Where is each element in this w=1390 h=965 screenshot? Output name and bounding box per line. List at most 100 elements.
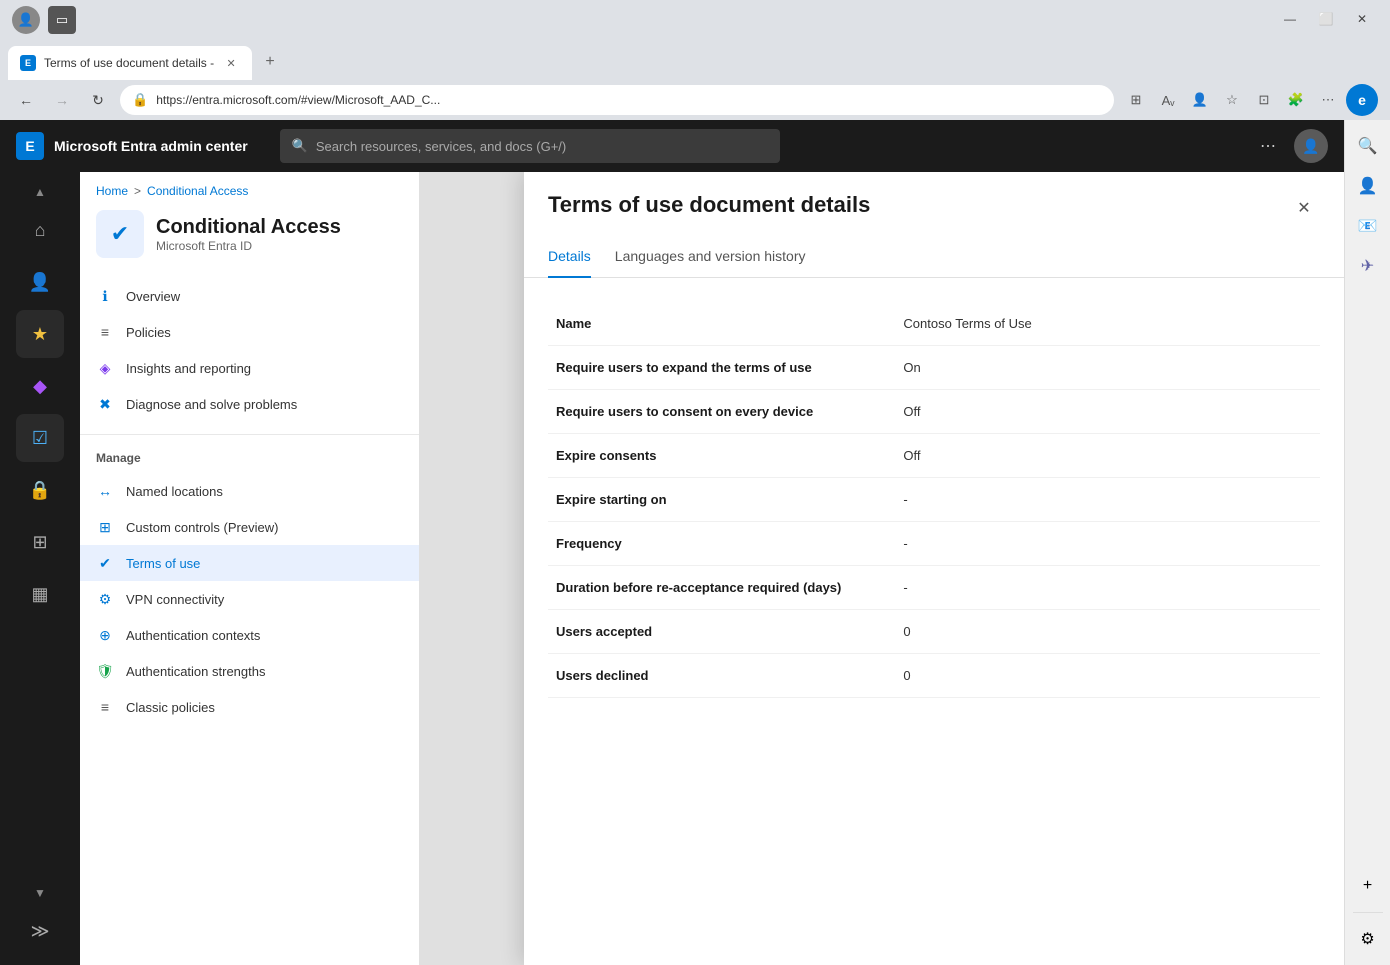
nav-header-icon: ✔	[96, 210, 144, 258]
row-value-users-accepted: 0	[895, 610, 1320, 654]
table-row: Require users to consent on every device…	[548, 390, 1320, 434]
tab-close-button[interactable]: ✕	[222, 54, 240, 72]
overview-icon: ℹ	[96, 288, 114, 305]
sidebar-item-vpn[interactable]: ⚙ VPN connectivity	[80, 581, 419, 617]
icon-sidebar: ▲ ⌂ 👤 ★ ◆ ☑ 🔒 ⊞ ▦ ▼ ≫	[0, 172, 80, 965]
classic-policies-icon: ≡	[96, 699, 114, 715]
extensions-button[interactable]: 🧩	[1282, 86, 1310, 114]
breadcrumb-home[interactable]: Home	[96, 184, 128, 198]
breadcrumb: Home > Conditional Access	[80, 172, 419, 202]
reload-button[interactable]: ↻	[84, 86, 112, 114]
minimize-button[interactable]: —	[1274, 8, 1306, 30]
table-row: Name Contoso Terms of Use	[548, 302, 1320, 346]
sidebar-profile-icon[interactable]: 👤	[1350, 168, 1386, 204]
browser-sidebar-toggle[interactable]: ▭	[48, 6, 76, 34]
sidebar-item-more[interactable]: ≫	[16, 907, 64, 955]
address-bar[interactable]: 🔒 https://entra.microsoft.com/#view/Micr…	[120, 85, 1114, 115]
row-label-users-accepted: Users accepted	[548, 610, 895, 654]
sidebar-item-insights[interactable]: ◈ Insights and reporting	[80, 350, 419, 386]
grid-button[interactable]: ⊞	[1122, 86, 1150, 114]
sidebar-settings-icon[interactable]: ⚙	[1350, 921, 1386, 957]
sidebar-search-icon[interactable]: 🔍	[1350, 128, 1386, 164]
table-row: Require users to expand the terms of use…	[548, 346, 1320, 390]
flyout-close-button[interactable]: ✕	[1288, 192, 1320, 224]
table-row: Frequency -	[548, 522, 1320, 566]
sidebar-item-diagnose[interactable]: ✖ Diagnose and solve problems	[80, 386, 419, 422]
sidebar-item-identity[interactable]: 👤	[16, 258, 64, 306]
sidebar-item-monitoring[interactable]: ▦	[16, 570, 64, 618]
sidebar-item-home[interactable]: ⌂	[16, 206, 64, 254]
forward-button[interactable]: →	[48, 86, 76, 114]
table-row: Expire starting on -	[548, 478, 1320, 522]
row-label-frequency: Frequency	[548, 522, 895, 566]
terms-icon: ✔	[96, 555, 114, 572]
tab-title: Terms of use document details -	[44, 56, 214, 70]
more-button[interactable]: ⋯	[1314, 86, 1342, 114]
breadcrumb-current[interactable]: Conditional Access	[147, 184, 248, 198]
maximize-button[interactable]: ⬜	[1310, 8, 1342, 30]
auth-contexts-icon: ⊕	[96, 627, 114, 644]
flyout-tabs: Details Languages and version history	[524, 224, 1344, 278]
row-label-expire-consents: Expire consents	[548, 434, 895, 478]
topbar-avatar[interactable]: 👤	[1294, 129, 1328, 163]
topbar-more-button[interactable]: ⋯	[1250, 128, 1286, 164]
custom-controls-icon: ⊞	[96, 519, 114, 536]
sidebar-item-overview[interactable]: ℹ Overview	[80, 278, 419, 314]
close-button[interactable]: ✕	[1346, 8, 1378, 30]
row-value-name: Contoso Terms of Use	[895, 302, 1320, 346]
sidebar-item-named-locations[interactable]: ↔ Named locations	[80, 473, 419, 509]
table-row: Expire consents Off	[548, 434, 1320, 478]
browser-profile-icon[interactable]: 👤	[12, 6, 40, 34]
tab-details[interactable]: Details	[548, 240, 591, 278]
named-locations-icon: ↔	[96, 483, 114, 499]
sidebar-item-policies[interactable]: ≡ Policies	[80, 314, 419, 350]
row-value-expand: On	[895, 346, 1320, 390]
sidebar-item-terms-of-use[interactable]: ✔ Terms of use	[80, 545, 419, 581]
sidebar-outlook-icon[interactable]: 📧	[1350, 208, 1386, 244]
sidebar-item-conditional-access[interactable]: ☑	[16, 414, 64, 462]
sidebar-scroll-up[interactable]: ▲	[20, 180, 60, 204]
browser-sidebar: 🔍 👤 📧 ✈ + ⚙	[1344, 120, 1390, 965]
sidebar-item-auth-contexts[interactable]: ⊕ Authentication contexts	[80, 617, 419, 653]
nav-panel: Home > Conditional Access ✔ Conditional …	[80, 172, 420, 965]
row-value-consent-device: Off	[895, 390, 1320, 434]
active-tab[interactable]: E Terms of use document details - ✕	[8, 46, 252, 80]
tab-favicon: E	[20, 55, 36, 71]
person-button[interactable]: 👤	[1186, 86, 1214, 114]
sidebar-item-security[interactable]: 🔒	[16, 466, 64, 514]
app-logo: E Microsoft Entra admin center	[16, 132, 248, 160]
favorites-button[interactable]: ☆	[1218, 86, 1246, 114]
sidebar-item-auth-strengths[interactable]: 🛡 Authentication strengths	[80, 653, 419, 689]
diagnose-icon: ✖	[96, 396, 114, 413]
sidebar-add-icon[interactable]: +	[1350, 868, 1386, 904]
row-value-expire-starting: -	[895, 478, 1320, 522]
sidebar-scroll-down[interactable]: ▼	[20, 881, 60, 905]
auth-strengths-icon: 🛡	[96, 663, 114, 680]
row-label-expand: Require users to expand the terms of use	[548, 346, 895, 390]
back-button[interactable]: ←	[12, 86, 40, 114]
manage-label: Manage	[80, 443, 419, 469]
sidebar-item-favorites[interactable]: ★	[16, 310, 64, 358]
sidebar-item-custom-controls[interactable]: ⊞ Custom controls (Preview)	[80, 509, 419, 545]
search-placeholder: Search resources, services, and docs (G+…	[316, 139, 566, 154]
flyout-body: Name Contoso Terms of Use Require users …	[524, 278, 1344, 965]
table-row: Users accepted 0	[548, 610, 1320, 654]
row-label-expire-starting: Expire starting on	[548, 478, 895, 522]
search-box[interactable]: 🔍 Search resources, services, and docs (…	[280, 129, 780, 163]
sidebar-item-protection[interactable]: ◆	[16, 362, 64, 410]
sidebar-item-classic-policies[interactable]: ≡ Classic policies	[80, 689, 419, 725]
read-aloud-button[interactable]: Aᵥ	[1154, 86, 1182, 114]
flyout-title: Terms of use document details	[548, 192, 870, 218]
breadcrumb-sep: >	[134, 184, 141, 198]
new-tab-button[interactable]: +	[256, 48, 284, 76]
row-label-consent-device: Require users to consent on every device	[548, 390, 895, 434]
url-text: https://entra.microsoft.com/#view/Micros…	[156, 93, 440, 107]
row-label-users-declined: Users declined	[548, 654, 895, 698]
edge-icon: e	[1346, 84, 1378, 116]
sidebar-send-icon[interactable]: ✈	[1350, 248, 1386, 284]
sidebar-item-governance[interactable]: ⊞	[16, 518, 64, 566]
policies-icon: ≡	[96, 324, 114, 340]
tab-languages[interactable]: Languages and version history	[615, 240, 806, 278]
collections-button[interactable]: ⊡	[1250, 86, 1278, 114]
insights-icon: ◈	[96, 360, 114, 377]
